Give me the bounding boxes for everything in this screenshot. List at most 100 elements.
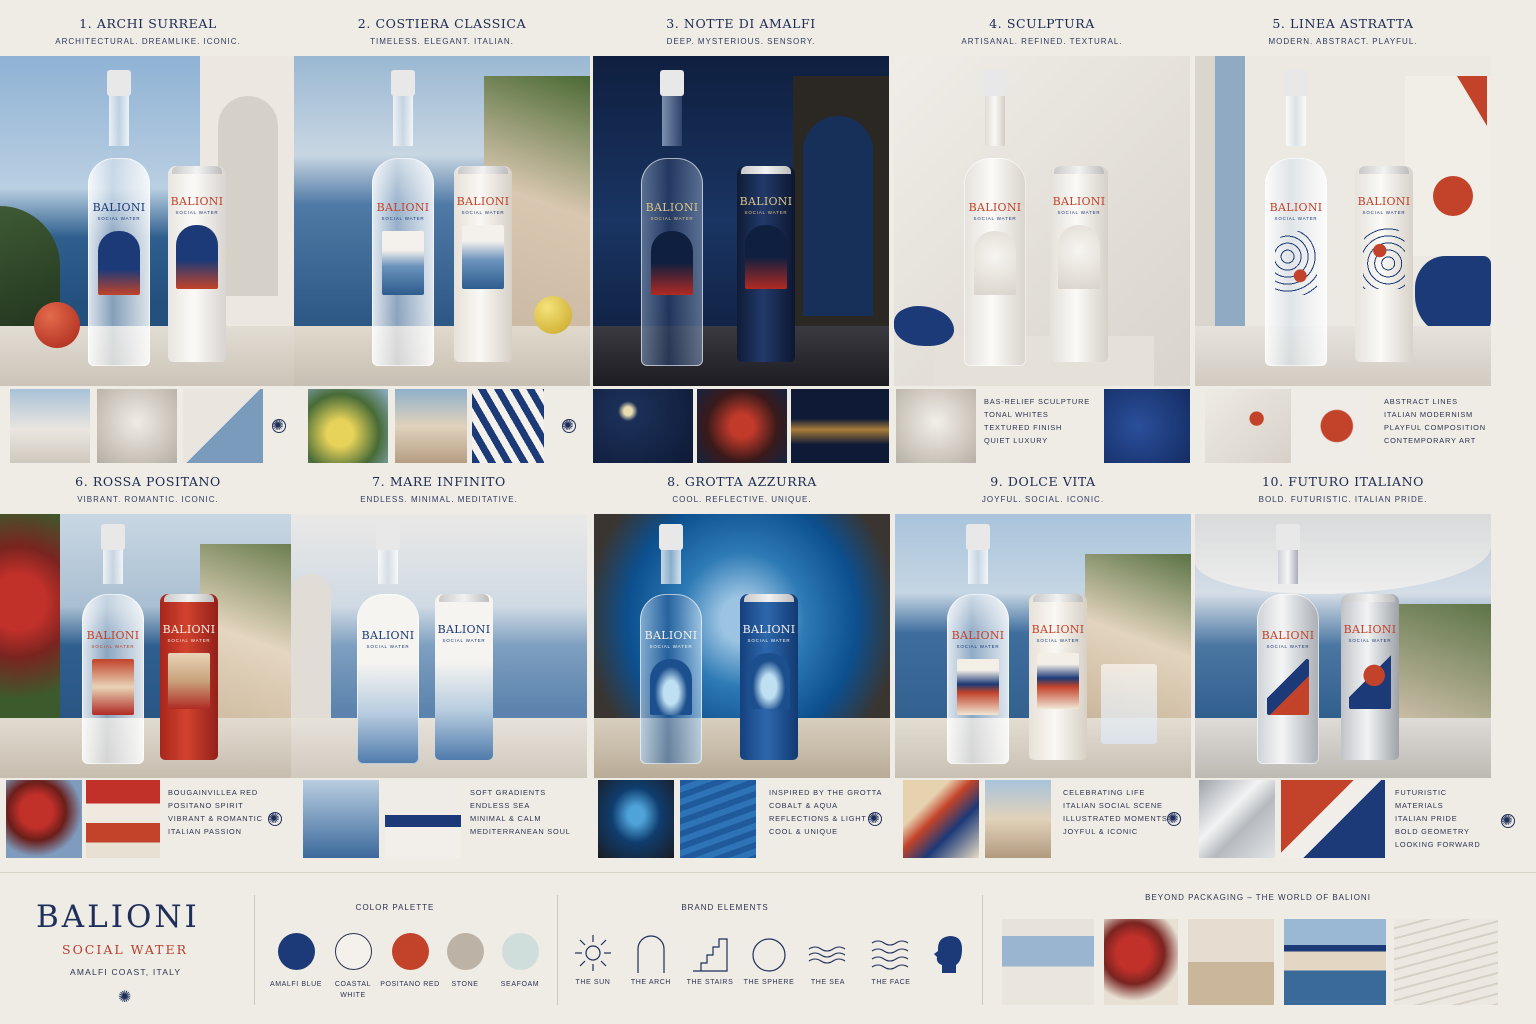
concept-subtitle: COOL. REFLECTIVE. UNIQUE. — [672, 495, 812, 504]
can-brand: BALIONI — [739, 195, 793, 208]
concept-notes: INSPIRED BY THE GROTTA COBALT & AQUA REFLE… — [769, 788, 883, 836]
concept-subtitle: MODERN. ABSTRACT. PLAYFUL. — [1268, 37, 1418, 46]
concept-9[interactable]: 9. DOLCE VITA JOYFUL. SOCIAL. ICONIC. BA… — [895, 458, 1191, 868]
bottle-brand: BALIONI — [951, 629, 1005, 642]
hero-image: BALIONI SOCIAL WATER BALIONI SOCIAL WATE… — [0, 56, 296, 386]
gallery-image[interactable] — [1394, 919, 1498, 1005]
swatch-label: POSITANO RED — [380, 981, 440, 988]
concept-title: 6. ROSSA POSITANO — [75, 474, 221, 489]
thumb-strip: CELEBRATING LIFE ITALIAN SOCIAL SCENE ILLU… — [895, 780, 1191, 858]
hero-image: BALIONI SOCIAL WATER BALIONI SOCIAL WATE… — [895, 514, 1191, 778]
sun-icon — [268, 810, 282, 827]
sun-icon — [1167, 810, 1181, 827]
bottle-tagline: SOCIAL WATER — [97, 216, 141, 221]
can-tagline: SOCIAL WATER — [175, 210, 219, 215]
gallery-image[interactable] — [1188, 919, 1274, 1005]
concept-8[interactable]: 8. GROTTA AZZURRA COOL. REFLECTIVE. UNIQ… — [594, 458, 890, 868]
swatch-label: COASTAL WHITE — [334, 981, 372, 999]
hero-image: BALIONI SOCIAL WATER BALIONI SOCIAL WATE… — [291, 514, 587, 778]
stairs-icon — [693, 938, 728, 972]
thumb-strip: ABSTRACT LINES ITALIAN MODERNISM PLAYFUL C… — [1195, 389, 1491, 463]
can-tagline: SOCIAL WATER — [747, 638, 791, 643]
swatch-label: AMALFI BLUE — [269, 981, 323, 988]
bottle-tagline: SOCIAL WATER — [650, 216, 694, 221]
concept-subtitle: ARTISANAL. REFINED. TEXTURAL. — [961, 37, 1123, 46]
can-brand: BALIONI — [437, 623, 491, 636]
swatch-label: STONE — [451, 981, 479, 988]
concept-title: 8. GROTTA AZZURRA — [667, 474, 817, 489]
bottle-brand: BALIONI — [92, 201, 146, 214]
concept-subtitle: JOYFUL. SOCIAL. ICONIC. — [981, 495, 1105, 504]
can-brand: BALIONI — [170, 195, 224, 208]
concept-notes: ABSTRACT LINES ITALIAN MODERNISM PLAYFUL C… — [1384, 397, 1486, 445]
sun-icon — [1501, 812, 1515, 829]
hero-image: BALIONI SOCIAL WATER BALIONI SOCIAL WATE… — [894, 56, 1190, 386]
thumb-strip: BAS-RELIEF SCULPTURE TONAL WHITES TEXTURED… — [894, 389, 1190, 463]
concept-subtitle: BOLD. FUTURISTIC. ITALIAN PRIDE. — [1258, 495, 1428, 504]
bottle-tagline: SOCIAL WATER — [956, 644, 1000, 649]
concept-title: 3. NOTTE DI AMALFI — [666, 16, 816, 31]
can-tagline: SOCIAL WATER — [461, 210, 505, 215]
swatch-seafoam — [502, 933, 539, 970]
thumb-strip: SOFT GRADIENTS ENDLESS SEA MINIMAL & CALM M… — [291, 780, 587, 858]
concept-7[interactable]: 7. MARE INFINITO ENDLESS. MINIMAL. MEDIT… — [291, 458, 587, 868]
concept-title: 2. COSTIERA CLASSICA — [357, 16, 527, 31]
swatch-coastal-white — [335, 933, 372, 970]
divider — [557, 895, 558, 1005]
thumb-strip — [0, 389, 296, 463]
concept-notes: SOFT GRADIENTS ENDLESS SEA MINIMAL & CALM M… — [470, 788, 571, 836]
palette-title: COLOR PALETTE — [355, 903, 435, 912]
gallery-image[interactable] — [1104, 919, 1178, 1005]
can-brand: BALIONI — [1031, 623, 1085, 636]
bottle-tagline: SOCIAL WATER — [1266, 644, 1310, 649]
concept-1[interactable]: 1. ARCHI SURREAL ARCHITECTURAL. DREAMLIK… — [0, 0, 296, 465]
bottle-brand: BALIONI — [968, 201, 1022, 214]
thumb-strip: BOUGAINVILLEA RED POSITANO SPIRIT VIBRANT … — [0, 780, 296, 858]
concept-5[interactable]: 5. LINEA ASTRATTA MODERN. ABSTRACT. PLAY… — [1195, 0, 1491, 465]
swatch-stone — [447, 933, 484, 970]
can-tagline: SOCIAL WATER — [1348, 638, 1392, 643]
elements-title: BRAND ELEMENTS — [681, 903, 769, 912]
footer-location: AMALFI COAST, ITALY — [70, 967, 182, 977]
thumb-strip — [593, 389, 889, 463]
concept-10[interactable]: 10. FUTURO ITALIANO BOLD. FUTURISTIC. IT… — [1195, 458, 1515, 868]
divider — [254, 895, 255, 1005]
hero-image: BALIONI SOCIAL WATER BALIONI SOCIAL WATE… — [1195, 56, 1491, 386]
can-tagline: SOCIAL WATER — [744, 210, 788, 215]
concept-2[interactable]: 2. COSTIERA CLASSICA TIMELESS. ELEGANT. … — [294, 0, 590, 465]
bottle-tagline: SOCIAL WATER — [1274, 216, 1318, 221]
concept-title: 10. FUTURO ITALIANO — [1261, 474, 1425, 489]
hero-image: BALIONI SOCIAL WATER BALIONI SOCIAL WATE… — [294, 56, 590, 386]
brand-footer: BALIONI SOCIAL WATER AMALFI COAST, ITALY… — [0, 872, 1536, 1024]
divider — [982, 895, 983, 1005]
can-brand: BALIONI — [456, 195, 510, 208]
waves-icon — [871, 940, 909, 970]
concept-title: 7. MARE INFINITO — [372, 474, 506, 489]
concept-notes: CELEBRATING LIFE ITALIAN SOCIAL SCENE ILLU… — [1063, 788, 1168, 836]
sun-icon — [575, 935, 611, 971]
thumb-strip — [294, 389, 590, 463]
can-brand: BALIONI — [1052, 195, 1106, 208]
can-tagline: SOCIAL WATER — [442, 638, 486, 643]
swatch-positano-red — [392, 933, 429, 970]
bottle-brand: BALIONI — [1269, 201, 1323, 214]
sun-icon — [272, 417, 286, 434]
hero-image: BALIONI SOCIAL WATER BALIONI SOCIAL WATE… — [1195, 514, 1491, 778]
sphere-icon — [752, 938, 786, 972]
bottle-brand: BALIONI — [361, 629, 415, 642]
gallery-image[interactable] — [1002, 919, 1094, 1005]
bottle-tagline: SOCIAL WATER — [649, 644, 693, 649]
concept-title: 1. ARCHI SURREAL — [79, 16, 217, 31]
concept-subtitle: DEEP. MYSTERIOUS. SENSORY. — [666, 37, 816, 46]
bottle-brand: BALIONI — [376, 201, 430, 214]
gallery-image[interactable] — [1284, 919, 1386, 1005]
bottle-brand: BALIONI — [645, 201, 699, 214]
concept-6[interactable]: 6. ROSSA POSITANO VIBRANT. ROMANTIC. ICO… — [0, 458, 296, 868]
bottle-tagline: SOCIAL WATER — [381, 216, 425, 221]
concept-subtitle: VIBRANT. ROMANTIC. ICONIC. — [77, 495, 219, 504]
concept-3[interactable]: 3. NOTTE DI AMALFI DEEP. MYSTERIOUS. SEN… — [593, 0, 889, 465]
element-label: THE FACE — [871, 979, 911, 986]
concept-notes: BOUGAINVILLEA RED POSITANO SPIRIT VIBRANT … — [168, 788, 263, 836]
thumb-strip: INSPIRED BY THE GROTTA COBALT & AQUA REFLE… — [594, 780, 890, 858]
concept-4[interactable]: 4. SCULPTURA ARTISANAL. REFINED. TEXTURA… — [894, 0, 1190, 465]
